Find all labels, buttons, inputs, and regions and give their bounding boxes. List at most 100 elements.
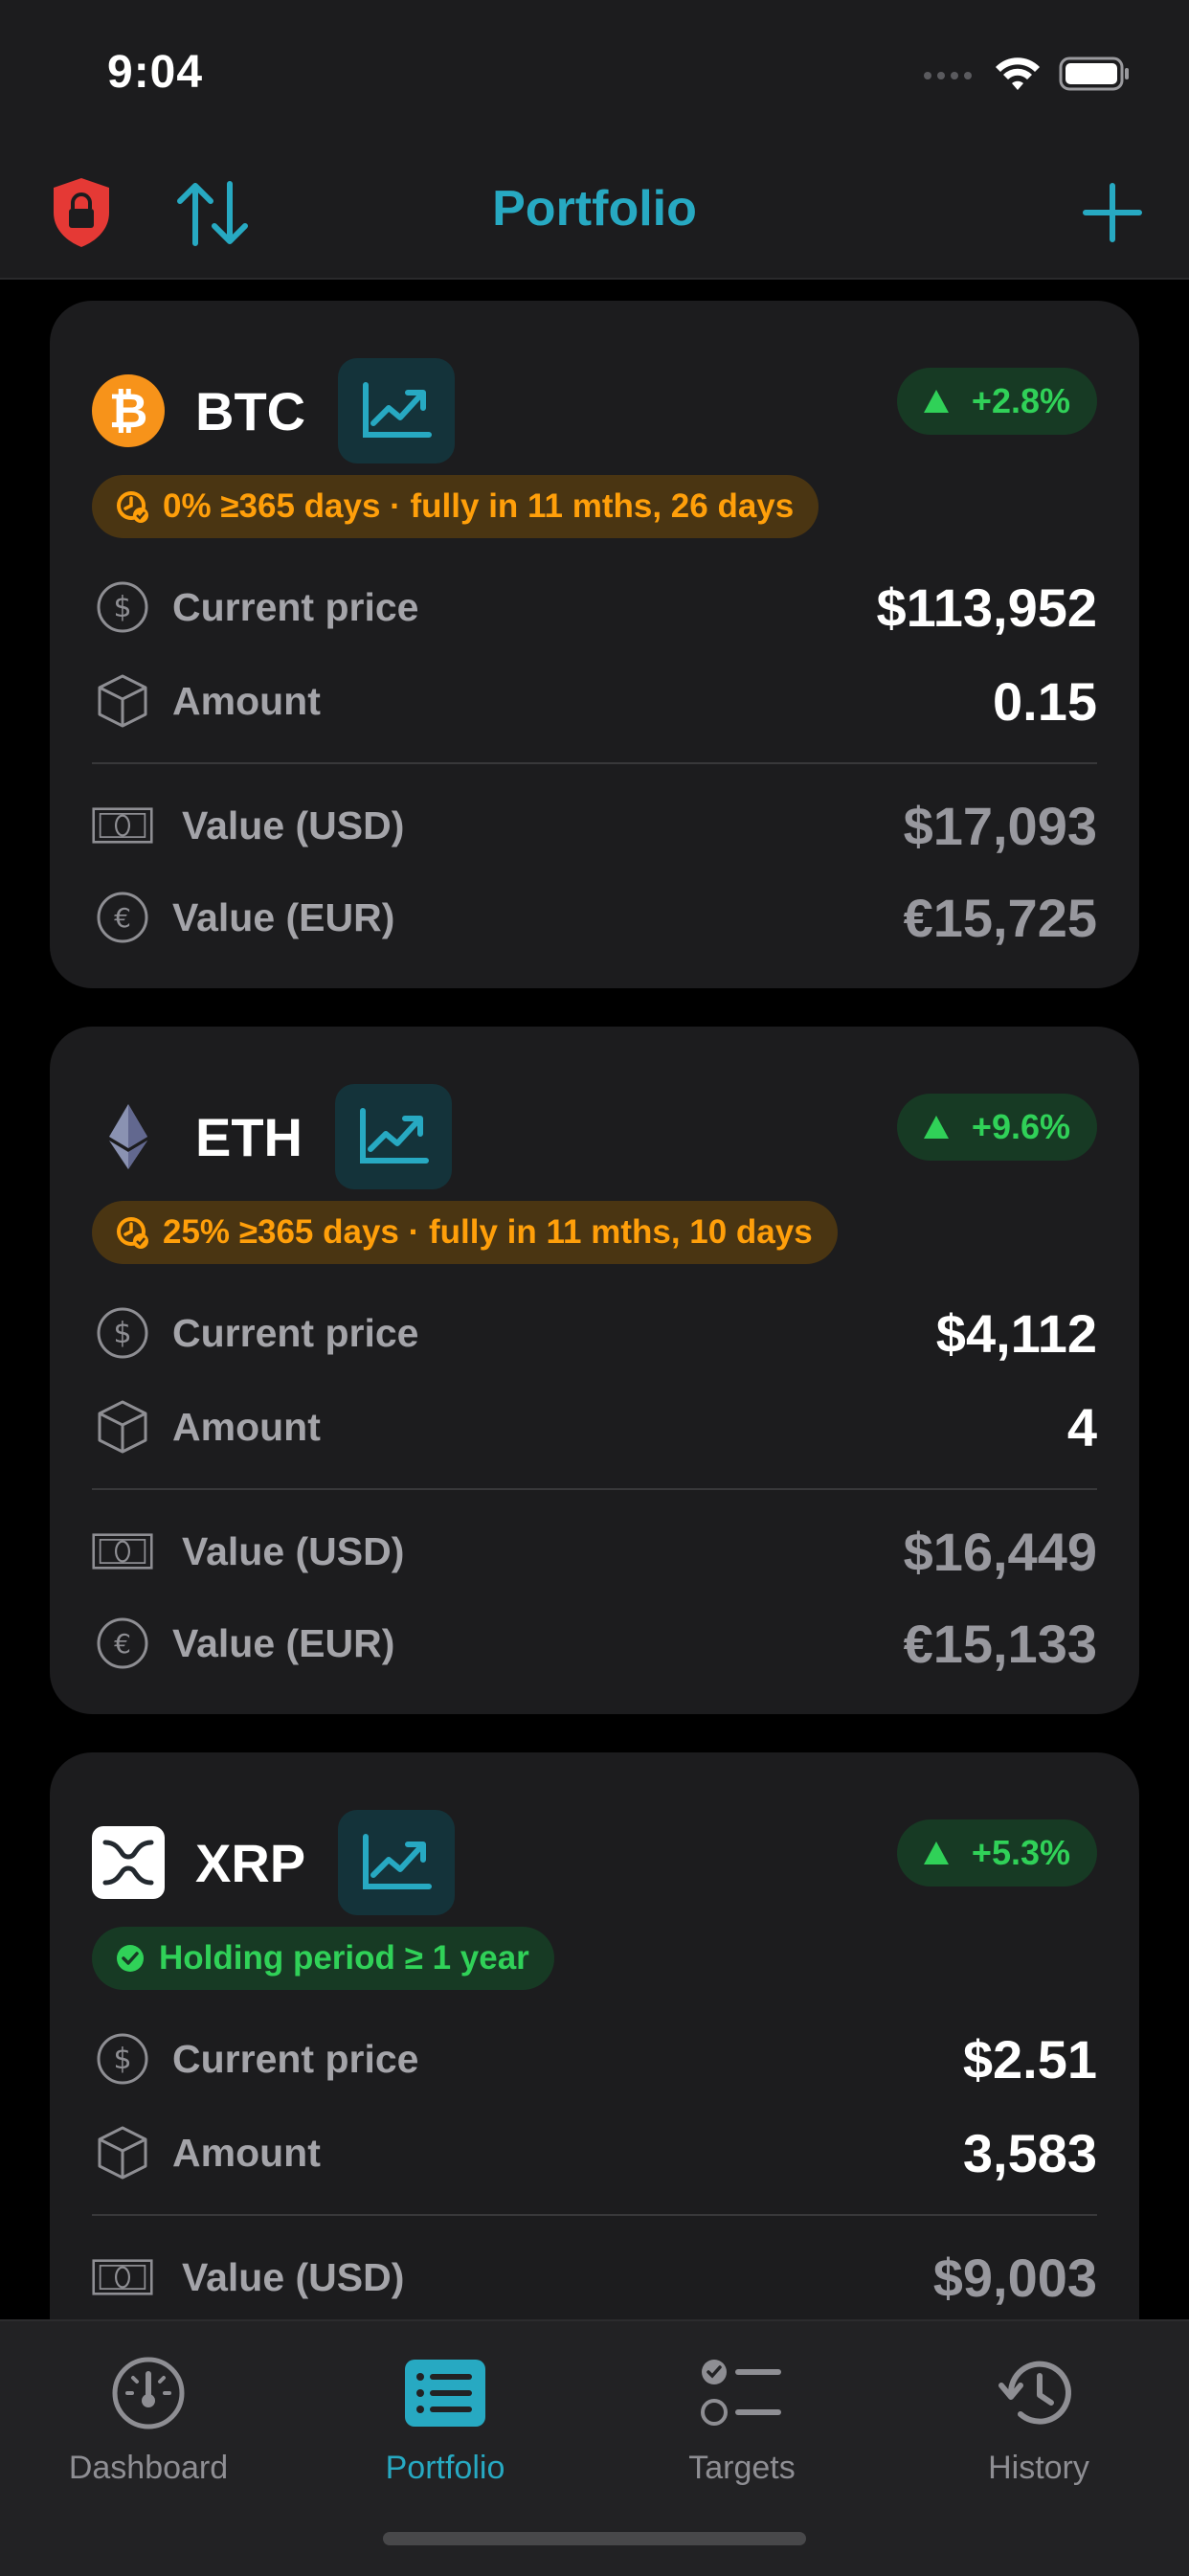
euro-circle-icon: € [97,892,148,943]
value-eur-row: € Value (EUR) €15,725 [92,879,1097,956]
tab-targets[interactable]: Targets [594,2350,890,2487]
change-value: +9.6% [971,1107,1070,1146]
value-usd-row: Value (USD) $16,449 [92,1513,1097,1590]
plus-icon [1083,183,1142,242]
amount-row: Amount 4 [92,1389,1097,1465]
wifi-icon [996,57,1040,90]
coin-card-eth[interactable]: ETH +9.6% 25% ≥365 days · fully in 11 mt… [50,1027,1139,1714]
row-label: Amount [172,1404,321,1449]
row-label: Current price [172,1310,419,1355]
list-icon [405,2360,485,2427]
chart-trend-icon [363,1834,433,1889]
coin-card-btc[interactable]: ₿ BTC +2.8% 0% ≥365 days · fully in 11 m… [50,301,1139,988]
dollar-circle-icon: $ [97,2033,148,2085]
cube-icon [98,674,147,728]
holding-period-pill: Holding period ≥ 1 year [92,1927,554,1990]
tab-history[interactable]: History [890,2350,1187,2487]
page-title: Portfolio [492,181,697,237]
row-value: 4 [1066,1396,1097,1457]
battery-icon [1059,56,1129,91]
coin-symbol: XRP [195,1832,306,1893]
row-value: $9,003 [932,2247,1097,2308]
euro-circle-icon: € [97,1617,148,1669]
tab-label: History [988,2450,1089,2486]
tab-dashboard[interactable]: Dashboard [0,2350,297,2487]
portfolio-list[interactable]: ₿ BTC +2.8% 0% ≥365 days · fully in 11 m… [0,280,1189,2319]
current-price-row: $ Current price $4,112 [92,1295,1097,1371]
svg-text:€: € [114,1628,131,1660]
add-button[interactable] [1082,182,1143,248]
clock-badge-icon [117,491,148,523]
chart-trend-icon [363,382,433,438]
change-badge: +5.3% [896,1819,1097,1887]
row-label: Value (EUR) [172,894,395,939]
amount-row: Amount 3,583 [92,2114,1097,2191]
row-label: Value (EUR) [172,1620,395,1665]
holding-period-pill: 25% ≥365 days · fully in 11 mths, 10 day… [92,1201,838,1264]
row-label: Value (USD) [182,802,405,847]
row-label: Value (USD) [182,1528,405,1573]
amount-row: Amount 0.15 [92,663,1097,739]
holding-period-pill: 0% ≥365 days · fully in 11 mths, 26 days [92,475,819,538]
coin-header: ₿ BTC [92,358,456,463]
coin-header: XRP [92,1810,456,1915]
status-icons [923,56,1132,92]
svg-text:$: $ [113,1317,131,1350]
chart-button[interactable] [338,358,456,463]
row-value: €15,133 [903,1613,1097,1674]
row-value: $113,952 [876,576,1097,638]
holding-text: 0% ≥365 days · fully in 11 mths, 26 days [163,487,795,525]
signal-icon [924,72,972,79]
ethereum-logo-icon [92,1100,165,1173]
triangle-up-icon [923,1116,949,1139]
value-usd-row: Value (USD) $17,093 [92,787,1097,864]
cube-icon [98,1400,147,1454]
row-value: 3,583 [962,2122,1097,2183]
row-value: $4,112 [935,1302,1097,1364]
chart-trend-icon [360,1108,429,1164]
gauge-icon [112,2357,185,2429]
value-usd-row: Value (USD) $9,003 [92,2239,1097,2316]
row-value: $16,449 [903,1521,1097,1582]
row-value: €15,725 [903,887,1097,948]
row-label: Value (USD) [182,2254,405,2299]
svg-text:$: $ [113,2043,131,2076]
clock-history-icon [998,2361,1071,2425]
holding-text: Holding period ≥ 1 year [159,1939,529,1977]
banknote-icon [92,2259,153,2295]
triangle-up-icon [923,390,949,413]
coin-symbol: BTC [195,380,306,441]
change-value: +2.8% [971,381,1070,420]
change-badge: +2.8% [896,368,1097,435]
chart-button[interactable] [338,1810,456,1915]
bitcoin-logo-icon: ₿ [92,374,165,447]
triangle-up-icon [923,1842,949,1864]
xrp-logo-icon [92,1826,165,1899]
banknote-icon [92,807,153,844]
row-value: $2.51 [962,2028,1097,2090]
status-time: 9:04 [107,47,204,98]
divider [92,2214,1097,2216]
checklist-icon [701,2360,781,2426]
row-value: 0.15 [993,670,1097,732]
coin-symbol: ETH [195,1106,303,1167]
change-badge: +9.6% [896,1094,1097,1161]
tab-label: Portfolio [385,2450,505,2486]
dollar-circle-icon: $ [97,581,148,633]
row-value: $17,093 [903,795,1097,856]
row-label: Current price [172,2036,419,2081]
tab-portfolio[interactable]: Portfolio [297,2350,594,2487]
divider [92,762,1097,764]
value-eur-row: € Value (EUR) €15,133 [92,1605,1097,1682]
holding-text: 25% ≥365 days · fully in 11 mths, 10 day… [163,1213,813,1251]
divider [92,1488,1097,1490]
chart-button[interactable] [335,1084,452,1189]
change-value: +5.3% [971,1833,1070,1872]
clock-badge-icon [117,1217,148,1249]
cube-icon [98,2126,147,2180]
coin-card-xrp[interactable]: XRP +5.3% Holding period ≥ 1 year $ Curr… [50,1752,1139,2319]
home-indicator[interactable] [383,2532,806,2545]
current-price-row: $ Current price $2.51 [92,2021,1097,2097]
banknote-icon [92,1533,153,1570]
coin-header: ETH [92,1084,452,1189]
